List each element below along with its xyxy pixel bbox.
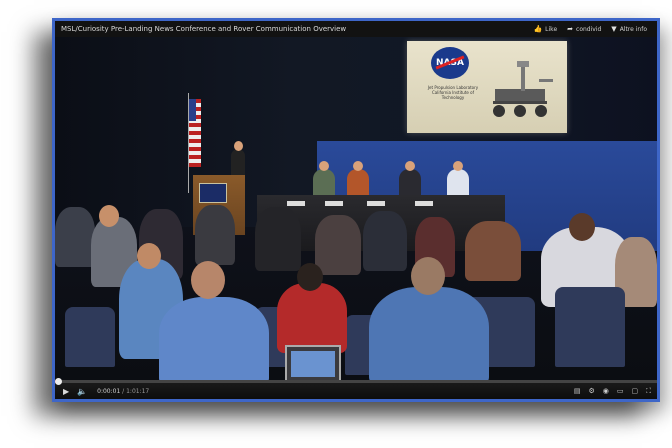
info-button[interactable]: ▼ Altre info [611, 25, 647, 33]
audience-head [569, 213, 595, 241]
share-icon: ➦ [567, 25, 574, 33]
audience-head [411, 257, 445, 295]
video-title-bar: MSL/Curiosity Pre-Landing News Conferenc… [55, 21, 657, 37]
audience-head [191, 261, 225, 299]
audience-member-blue-shirt [159, 297, 269, 380]
laptop-screen [291, 351, 335, 377]
audience [55, 187, 657, 380]
nasa-logo: NASA [431, 47, 469, 79]
laptop [285, 345, 341, 380]
thumbs-up-icon: 👍 [533, 25, 543, 33]
audience-head [137, 243, 161, 269]
small-player-icon[interactable]: ▭ [617, 387, 624, 395]
info-label: Altre info [619, 25, 647, 33]
captions-icon[interactable]: ▤ [574, 387, 581, 395]
audience-member-red-shirt [277, 283, 347, 353]
time-display: 0:00:01 / 1:01:17 [97, 388, 149, 395]
projection-screen: NASA Jet Propulsion Laboratory Californi… [407, 41, 567, 133]
video-player: MSL/Curiosity Pre-Landing News Conferenc… [52, 18, 660, 402]
audience-member [465, 221, 521, 281]
auditorium-seat [65, 307, 115, 367]
us-flag [189, 99, 201, 167]
audience-member-blue-shirt [369, 287, 489, 380]
audience-member [363, 211, 407, 271]
info-icon: ▼ [611, 25, 617, 33]
audience-head [99, 205, 119, 227]
video-title[interactable]: MSL/Curiosity Pre-Landing News Conferenc… [55, 25, 533, 33]
current-time: 0:00:01 [97, 387, 121, 395]
rover-illustration [493, 61, 553, 117]
volume-icon[interactable]: 🔈 [77, 387, 87, 396]
annotations-icon[interactable]: ◉ [603, 387, 609, 395]
duration: 1:01:17 [126, 387, 150, 395]
jpl-caption: Jet Propulsion Laboratory California Ins… [427, 85, 479, 100]
audience-member [315, 215, 361, 275]
share-button[interactable]: ➦ condivid [567, 25, 601, 33]
player-controls: ▶ 🔈 0:00:01 / 1:01:17 ▤ ⚙ ◉ ▭ ▢ ⛶ [55, 378, 657, 399]
audience-member [195, 205, 235, 265]
large-player-icon[interactable]: ▢ [631, 387, 638, 395]
like-label: Like [545, 25, 558, 33]
audience-member [255, 207, 301, 271]
progress-bar[interactable] [55, 378, 657, 385]
audience-member [55, 207, 95, 267]
settings-icon[interactable]: ⚙ [588, 387, 594, 395]
play-icon[interactable]: ▶ [63, 387, 69, 396]
nasa-logo-text: NASA [436, 58, 464, 68]
scrub-handle[interactable] [55, 378, 62, 385]
fullscreen-icon[interactable]: ⛶ [646, 387, 651, 396]
auditorium-seat [555, 287, 625, 367]
share-label: condivid [576, 25, 602, 33]
audience-head [297, 263, 323, 291]
video-frame[interactable]: NASA Jet Propulsion Laboratory Californi… [55, 37, 657, 380]
like-button[interactable]: 👍 Like [533, 25, 557, 33]
